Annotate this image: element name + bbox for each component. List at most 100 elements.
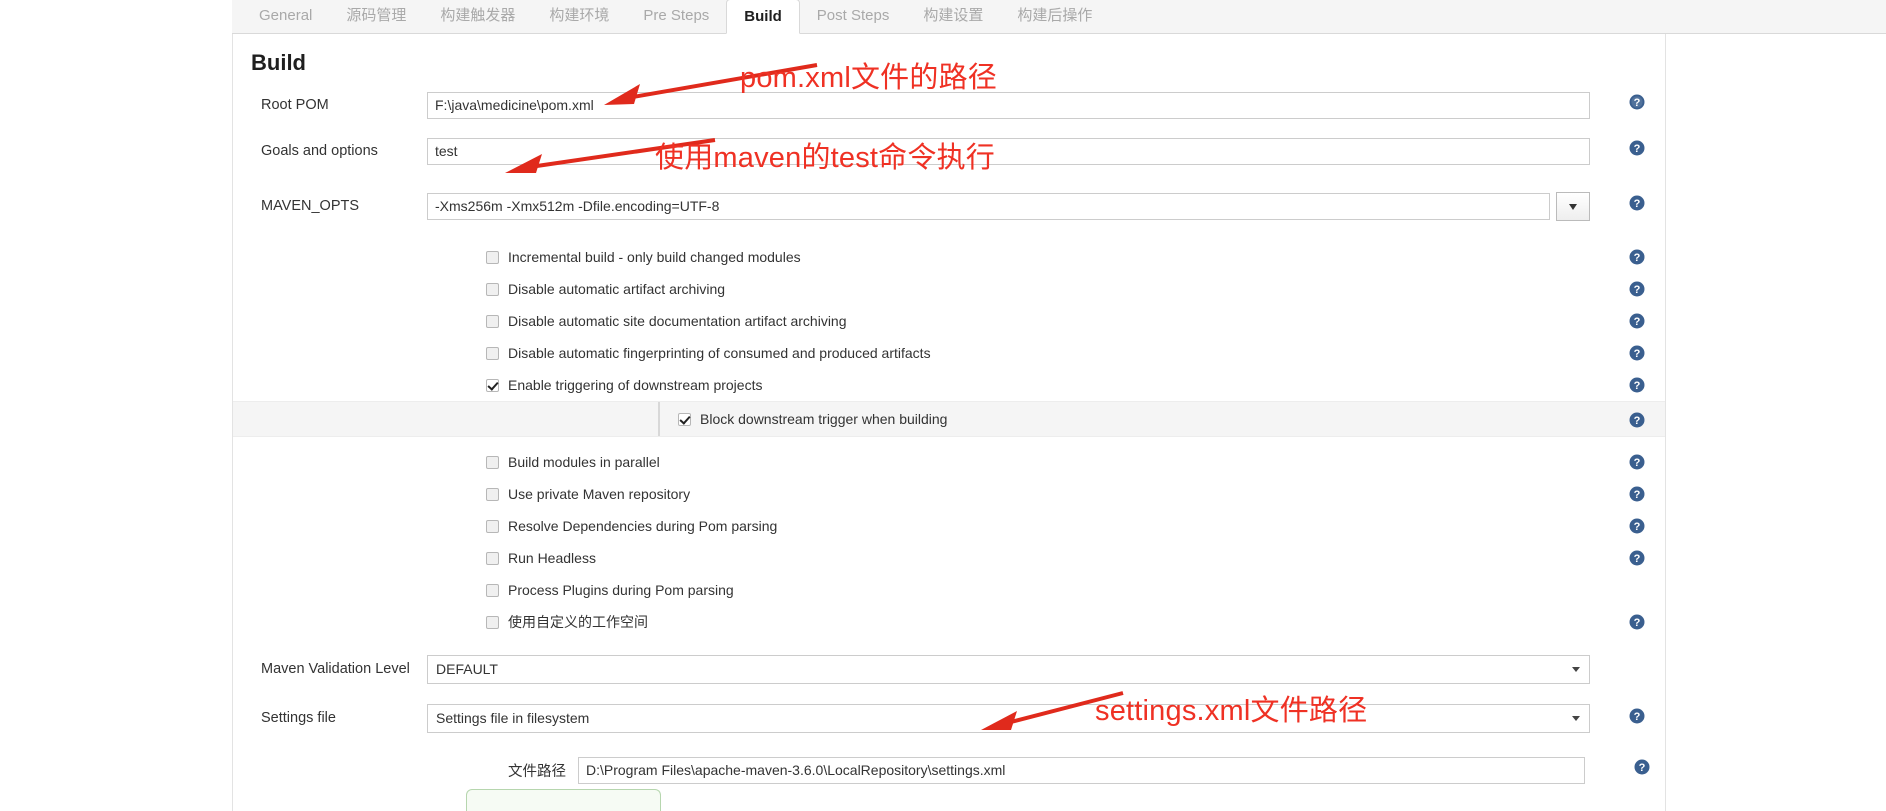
help-icon[interactable]: ? [1634, 759, 1650, 775]
help-icon[interactable]: ? [1629, 195, 1645, 211]
maven-validation-level-value: DEFAULT [436, 660, 498, 677]
settings-file-path-label: 文件路径 [508, 763, 566, 780]
settings-file-select[interactable]: Settings file in filesystem [427, 703, 1590, 733]
jenkins-job-config-screen: General 源码管理 构建触发器 构建环境 Pre Steps Build … [0, 0, 1886, 811]
maven-opts-input[interactable] [427, 192, 1550, 220]
svg-text:?: ? [1634, 457, 1641, 469]
left-gutter [0, 0, 232, 811]
checkbox-row-build-modules-parallel: Build modules in parallel ? [233, 446, 1665, 478]
svg-text:?: ? [1634, 521, 1641, 533]
checkbox-incremental-build[interactable] [486, 250, 499, 264]
right-gutter-top [1666, 0, 1886, 34]
settings-file-path-input[interactable] [578, 756, 1585, 784]
checkbox-row-private-maven-repository: Use private Maven repository ? [233, 478, 1665, 510]
checkbox-label[interactable]: 使用自定义的工作空间 [508, 612, 648, 632]
checkbox-private-maven-repository[interactable] [486, 487, 499, 501]
help-icon[interactable]: ? [1629, 454, 1645, 470]
tab-pre-steps[interactable]: Pre Steps [626, 0, 726, 33]
checkbox-label[interactable]: Disable automatic site documentation art… [508, 313, 847, 329]
checkbox-label[interactable]: Block downstream trigger when building [700, 411, 947, 427]
checkbox-disable-artifact-archiving[interactable] [486, 282, 499, 296]
checkbox-row-incremental-build: Incremental build - only build changed m… [233, 241, 1665, 273]
help-icon[interactable]: ? [1629, 614, 1645, 630]
checkbox-row-run-headless: Run Headless ? [233, 542, 1665, 574]
settings-file-value: Settings file in filesystem [436, 709, 590, 726]
root-pom-input[interactable] [427, 91, 1590, 119]
help-icon[interactable]: ? [1629, 708, 1645, 724]
svg-text:?: ? [1634, 415, 1641, 427]
settings-file-label: Settings file [261, 710, 336, 726]
help-icon[interactable]: ? [1629, 94, 1645, 110]
left-gutter-top [0, 0, 232, 34]
help-icon[interactable]: ? [1629, 486, 1645, 502]
checkbox-row-enable-downstream-trigger: Enable triggering of downstream projects… [233, 369, 1665, 401]
help-icon[interactable]: ? [1629, 249, 1645, 265]
row-settings-file-path: 文件路径 ? [233, 751, 1665, 789]
checkbox-label[interactable]: Build modules in parallel [508, 454, 660, 470]
help-icon[interactable]: ? [1629, 550, 1645, 566]
checkbox-run-headless[interactable] [486, 551, 499, 565]
config-tab-bar: General 源码管理 构建触发器 构建环境 Pre Steps Build … [232, 0, 1666, 34]
page-title: Build [251, 50, 306, 75]
help-icon[interactable]: ? [1629, 313, 1645, 329]
checkbox-process-plugins[interactable] [486, 583, 499, 597]
checkbox-disable-fingerprinting[interactable] [486, 346, 499, 360]
bottom-notification-box [466, 789, 661, 811]
help-icon[interactable]: ? [1629, 377, 1645, 393]
checkbox-group-secondary: Build modules in parallel ? Use private … [233, 446, 1665, 638]
svg-text:?: ? [1634, 489, 1641, 501]
checkbox-enable-downstream-trigger[interactable] [486, 378, 499, 392]
checkbox-label[interactable]: Run Headless [508, 550, 596, 566]
checkbox-label[interactable]: Incremental build - only build changed m… [508, 249, 801, 265]
tab-build-triggers[interactable]: 构建触发器 [423, 0, 532, 33]
checkbox-label[interactable]: Process Plugins during Pom parsing [508, 582, 734, 598]
svg-text:?: ? [1634, 97, 1641, 109]
chevron-down-icon[interactable] [1556, 191, 1590, 221]
checkbox-row-disable-site-doc-archiving: Disable automatic site documentation art… [233, 305, 1665, 337]
checkbox-disable-site-doc-archiving[interactable] [486, 314, 499, 328]
tab-post-steps[interactable]: Post Steps [800, 0, 907, 33]
checkbox-row-custom-workspace: 使用自定义的工作空间 ? [233, 606, 1665, 638]
checkbox-label[interactable]: Disable automatic fingerprinting of cons… [508, 345, 931, 361]
chevron-down-icon [1572, 716, 1580, 721]
tab-post-build-actions[interactable]: 构建后操作 [1000, 0, 1109, 33]
svg-text:?: ? [1639, 762, 1646, 774]
tab-build-environment[interactable]: 构建环境 [532, 0, 626, 33]
tab-scm[interactable]: 源码管理 [329, 0, 423, 33]
svg-text:?: ? [1634, 380, 1641, 392]
row-maven-validation-level: Maven Validation Level DEFAULT [233, 650, 1665, 688]
row-root-pom: Root POM ? [233, 86, 1665, 124]
checkbox-label[interactable]: Disable automatic artifact archiving [508, 281, 725, 297]
tab-build-settings[interactable]: 构建设置 [906, 0, 1000, 33]
chevron-down-icon [1572, 667, 1580, 672]
help-icon[interactable]: ? [1629, 345, 1645, 361]
help-icon[interactable]: ? [1629, 412, 1645, 428]
checkbox-row-disable-fingerprinting: Disable automatic fingerprinting of cons… [233, 337, 1665, 369]
checkbox-block-downstream-trigger[interactable] [678, 412, 691, 426]
help-icon[interactable]: ? [1629, 281, 1645, 297]
tab-general[interactable]: General [242, 0, 329, 33]
checkbox-resolve-dependencies[interactable] [486, 519, 499, 533]
goals-input[interactable] [427, 137, 1590, 165]
checkbox-row-process-plugins: Process Plugins during Pom parsing [233, 574, 1665, 606]
checkbox-row-resolve-dependencies: Resolve Dependencies during Pom parsing … [233, 510, 1665, 542]
root-pom-label: Root POM [261, 97, 329, 113]
goals-label: Goals and options [261, 143, 378, 159]
checkbox-label[interactable]: Enable triggering of downstream projects [508, 377, 762, 393]
svg-text:?: ? [1634, 711, 1641, 723]
checkbox-custom-workspace[interactable] [486, 615, 499, 629]
checkbox-group-primary: Incremental build - only build changed m… [233, 241, 1665, 401]
help-icon[interactable]: ? [1629, 140, 1645, 156]
checkbox-label[interactable]: Resolve Dependencies during Pom parsing [508, 518, 777, 534]
svg-text:?: ? [1634, 284, 1641, 296]
checkbox-label[interactable]: Use private Maven repository [508, 486, 690, 502]
row-goals-and-options: Goals and options ? [233, 132, 1665, 170]
tab-build[interactable]: Build [726, 0, 800, 34]
help-icon[interactable]: ? [1629, 518, 1645, 534]
svg-text:?: ? [1634, 617, 1641, 629]
row-maven-opts: MAVEN_OPTS ? [233, 187, 1665, 225]
row-settings-file: Settings file Settings file in filesyste… [233, 699, 1665, 737]
maven-validation-level-select[interactable]: DEFAULT [427, 654, 1590, 684]
svg-text:?: ? [1634, 348, 1641, 360]
checkbox-build-modules-parallel[interactable] [486, 455, 499, 469]
